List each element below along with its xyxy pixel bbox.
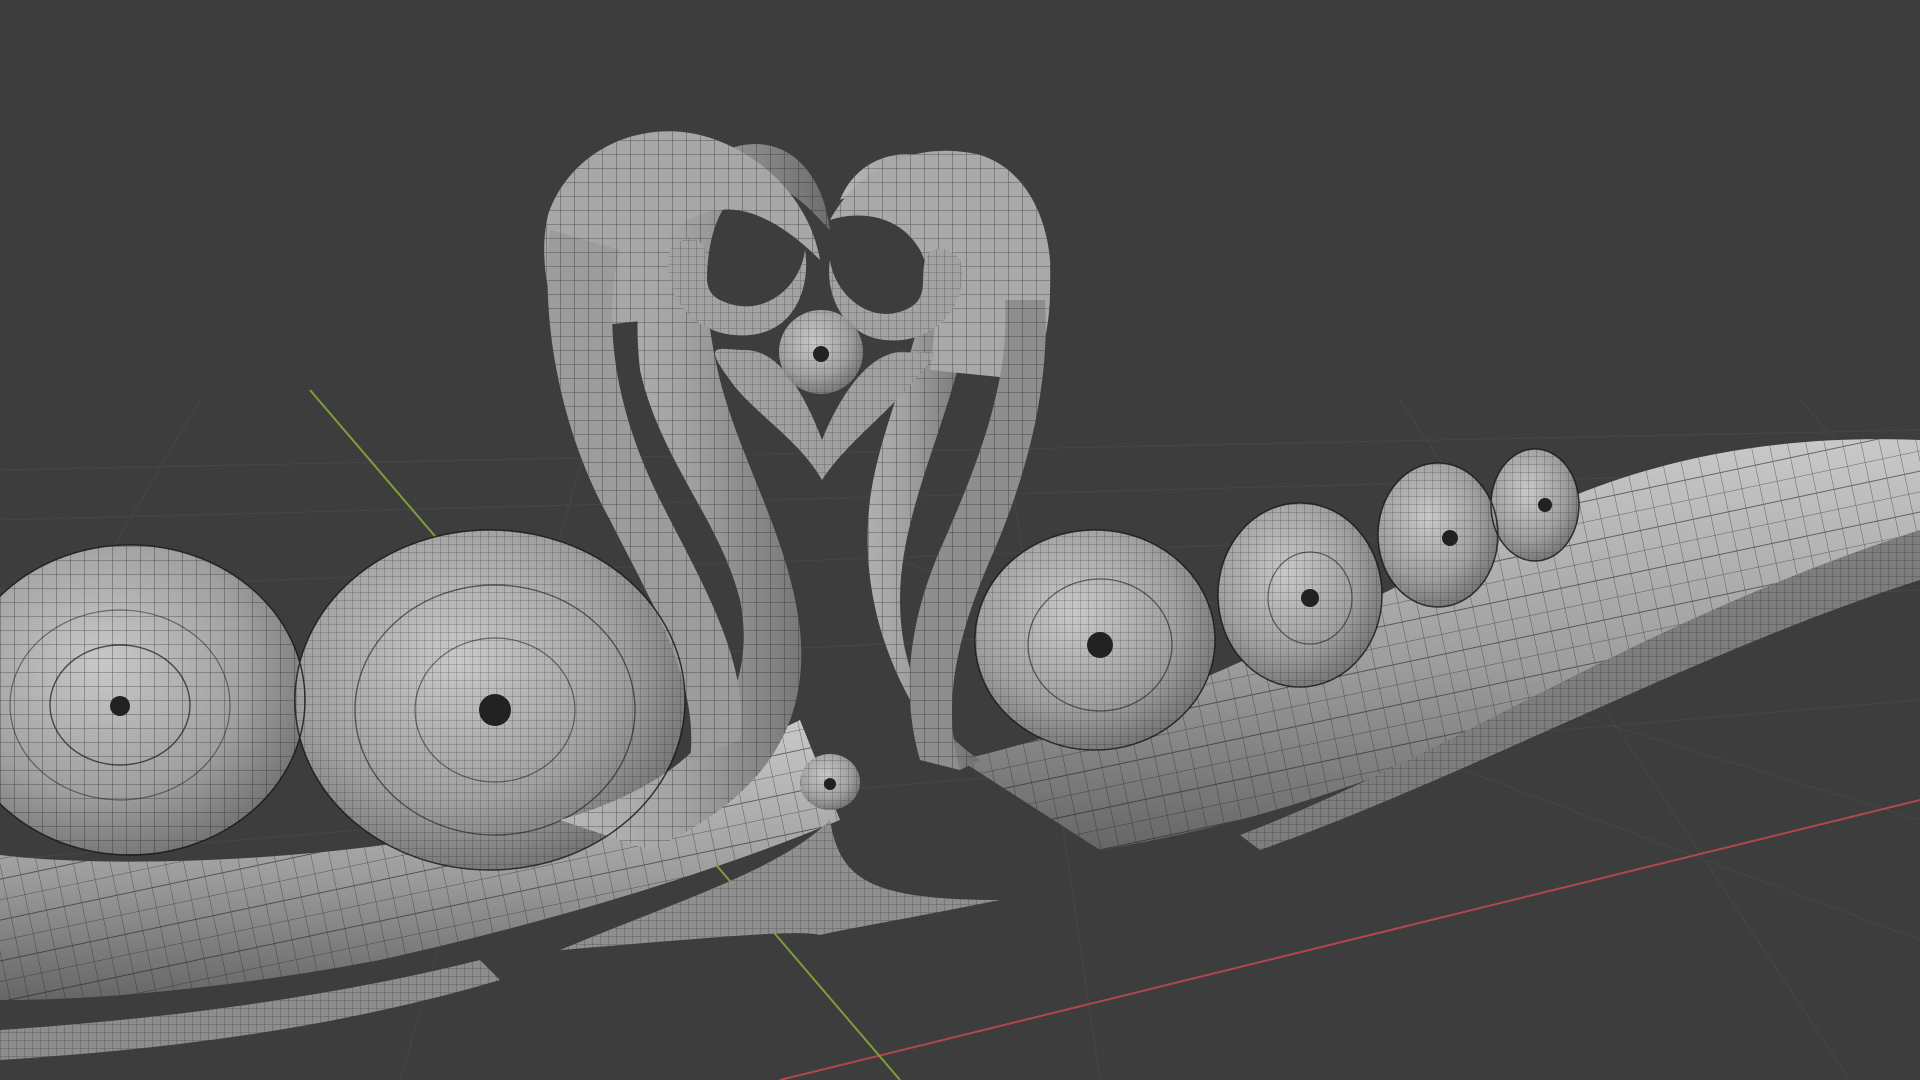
3d-viewport[interactable] (0, 0, 1920, 1080)
center-bead-top[interactable] (779, 310, 863, 394)
small-disc-1[interactable] (1218, 503, 1382, 687)
viewport-canvas[interactable] (0, 0, 1920, 1080)
scroll-disc-right-center[interactable] (975, 530, 1215, 750)
center-bead-bottom[interactable] (800, 754, 860, 810)
x-axis-line (779, 799, 1920, 1080)
scroll-disc-left[interactable] (0, 545, 305, 855)
